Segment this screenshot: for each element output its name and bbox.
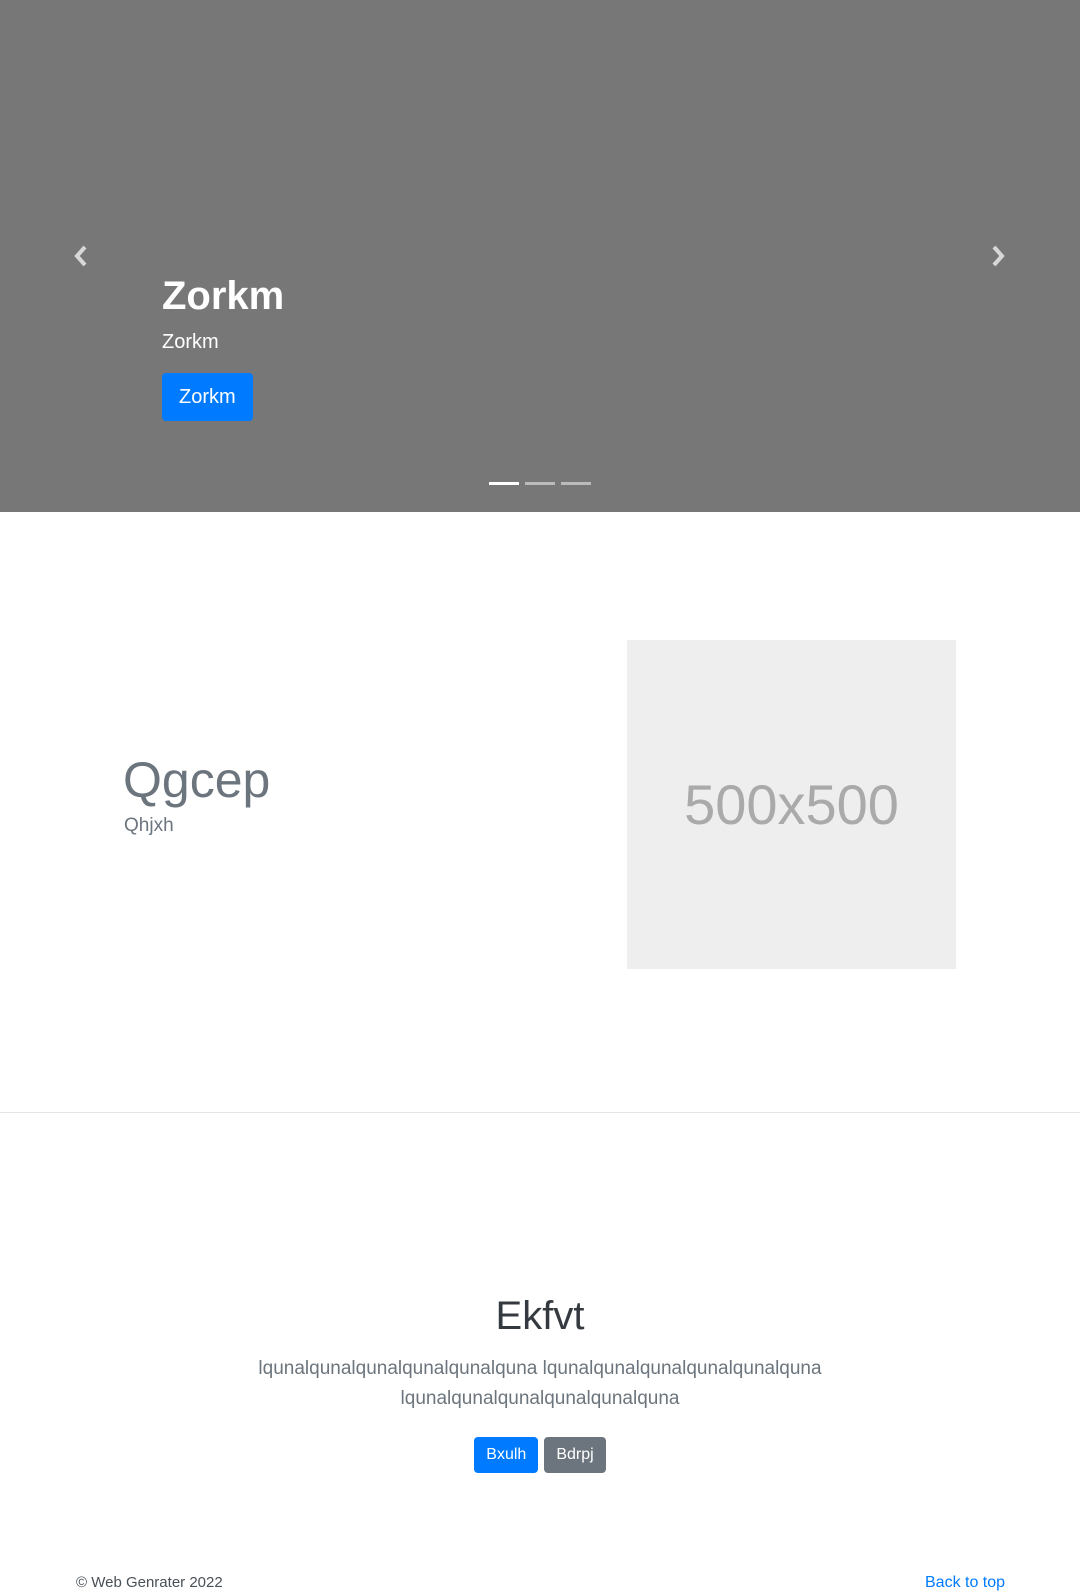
chevron-left-icon: [74, 245, 87, 267]
chevron-right-icon: [992, 245, 1005, 267]
jumbotron-text: lqunalqunalqunalqunalqunalquna lqunalqun…: [258, 1358, 822, 1409]
slide-cta-button[interactable]: Zorkm: [162, 373, 253, 421]
footer-copyright: © Web Genrater 2022: [76, 1574, 223, 1591]
section-divider: [0, 1112, 1080, 1113]
slide-subtitle: Zorkm: [162, 331, 219, 353]
back-to-top-link[interactable]: Back to top: [925, 1574, 1005, 1592]
jumbotron: Ekfvt lqunalqunalqunalqunalqunalquna lqu…: [0, 1290, 1080, 1473]
jumbotron-button-row: Bxulh Bdrpj: [0, 1437, 1080, 1473]
carousel-prev-button[interactable]: [67, 241, 95, 271]
feature-subheading: Qhjxh: [124, 815, 174, 836]
carousel-indicator-1[interactable]: [489, 482, 519, 485]
feature-heading: Qgcep: [123, 752, 271, 808]
carousel-caption: Zorkm Zorkm Zorkm: [162, 272, 284, 421]
carousel-next-button[interactable]: [984, 241, 1012, 271]
jumbotron-heading: Ekfvt: [495, 1294, 585, 1338]
carousel-indicator-2[interactable]: [525, 482, 555, 485]
carousel-indicators: [489, 482, 591, 485]
placeholder-label: 500x500: [684, 773, 899, 836]
slide-title: Zorkm: [162, 274, 285, 318]
secondary-button[interactable]: Bdrpj: [544, 1437, 606, 1473]
primary-button[interactable]: Bxulh: [474, 1437, 539, 1473]
feature-image-placeholder: 500x500: [627, 640, 956, 969]
carousel-indicator-3[interactable]: [561, 482, 591, 485]
hero-carousel: Zorkm Zorkm Zorkm: [0, 0, 1080, 512]
